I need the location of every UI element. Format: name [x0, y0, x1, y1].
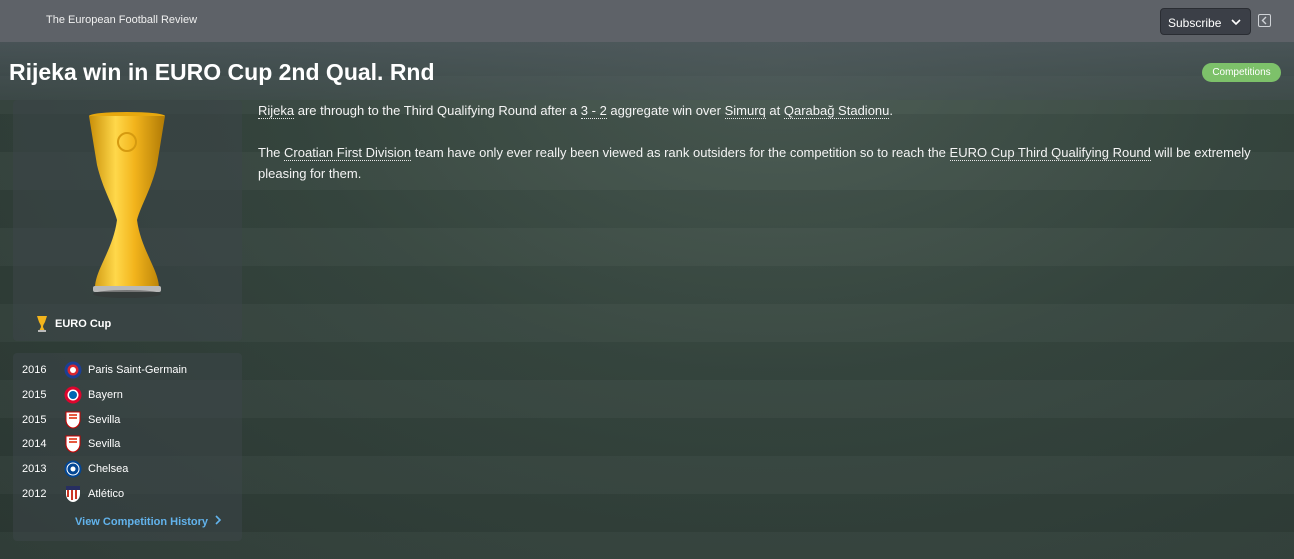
winner-row: 2014 Sevilla: [22, 434, 237, 454]
competition-name: EURO Cup: [55, 318, 112, 330]
score-link[interactable]: 3 - 2: [580, 103, 607, 119]
winner-club[interactable]: Bayern: [88, 389, 123, 401]
psg-crest-icon: [64, 361, 82, 379]
competitions-badge[interactable]: Competitions: [1202, 63, 1281, 82]
winner-club[interactable]: Sevilla: [88, 414, 120, 426]
stadium-link[interactable]: Qarabağ Stadionu: [783, 103, 890, 119]
winner-year: 2015: [22, 389, 47, 401]
winner-club[interactable]: Atlético: [88, 488, 124, 500]
article-text: aggregate win over: [606, 103, 725, 118]
round-link[interactable]: EURO Cup Third Qualifying Round: [949, 145, 1151, 161]
euro-cup-trophy-icon: [89, 112, 165, 298]
collapse-panel-icon[interactable]: [1258, 14, 1271, 27]
top-bar: The European Football Review Subscribe: [0, 0, 1294, 42]
bayern-crest-icon: [64, 386, 82, 404]
winner-year: 2013: [22, 463, 47, 475]
article-text: are through to the Third Qualifying Roun…: [294, 103, 581, 118]
opponent-link[interactable]: Simurq: [724, 103, 766, 119]
sevilla-crest-icon: [65, 411, 81, 429]
article-body: Rijeka are through to the Third Qualifyi…: [258, 100, 1268, 205]
subscribe-label: Subscribe: [1168, 16, 1222, 30]
team-link[interactable]: Rijeka: [258, 103, 295, 119]
competition-label-row: EURO Cup: [35, 315, 111, 333]
article-text: team have only ever really been viewed a…: [411, 145, 950, 160]
sevilla-crest-icon: [65, 435, 81, 453]
past-winners-card: 2016 Paris Saint-Germain 2015 Bayern 201…: [13, 353, 242, 541]
winner-row: 2012 Atlético: [22, 484, 237, 504]
view-competition-history-link[interactable]: View Competition History: [75, 515, 222, 528]
chevron-down-icon: [1231, 19, 1241, 26]
winner-year: 2012: [22, 488, 47, 500]
winner-club[interactable]: Chelsea: [88, 463, 128, 475]
article-paragraph: Rijeka are through to the Third Qualifyi…: [258, 100, 1268, 121]
chevron-right-icon: [215, 515, 222, 525]
page-title: Rijeka win in EURO Cup 2nd Qual. Rnd: [9, 59, 435, 85]
winner-year: 2016: [22, 364, 47, 376]
article-paragraph: The Croatian First Division team have on…: [258, 142, 1268, 184]
winner-row: 2015 Bayern: [22, 385, 237, 405]
chelsea-crest-icon: [64, 460, 82, 478]
winner-row: 2013 Chelsea: [22, 459, 237, 479]
news-source: The European Football Review: [46, 14, 198, 26]
competition-card: EURO Cup: [13, 100, 242, 341]
winner-row: 2015 Sevilla: [22, 410, 237, 430]
winner-year: 2015: [22, 414, 47, 426]
article-text: at: [765, 103, 784, 118]
atletico-crest-icon: [66, 486, 80, 502]
winner-club[interactable]: Sevilla: [88, 438, 120, 450]
article-text: .: [889, 103, 894, 118]
article-text: The: [258, 145, 285, 160]
euro-cup-icon: [37, 316, 47, 332]
league-link[interactable]: Croatian First Division: [284, 145, 412, 161]
winner-year: 2014: [22, 438, 47, 450]
subscribe-button[interactable]: Subscribe: [1160, 8, 1251, 35]
history-link-label: View Competition History: [75, 516, 209, 528]
winner-club[interactable]: Paris Saint-Germain: [88, 364, 187, 376]
winner-row: 2016 Paris Saint-Germain: [22, 360, 237, 380]
